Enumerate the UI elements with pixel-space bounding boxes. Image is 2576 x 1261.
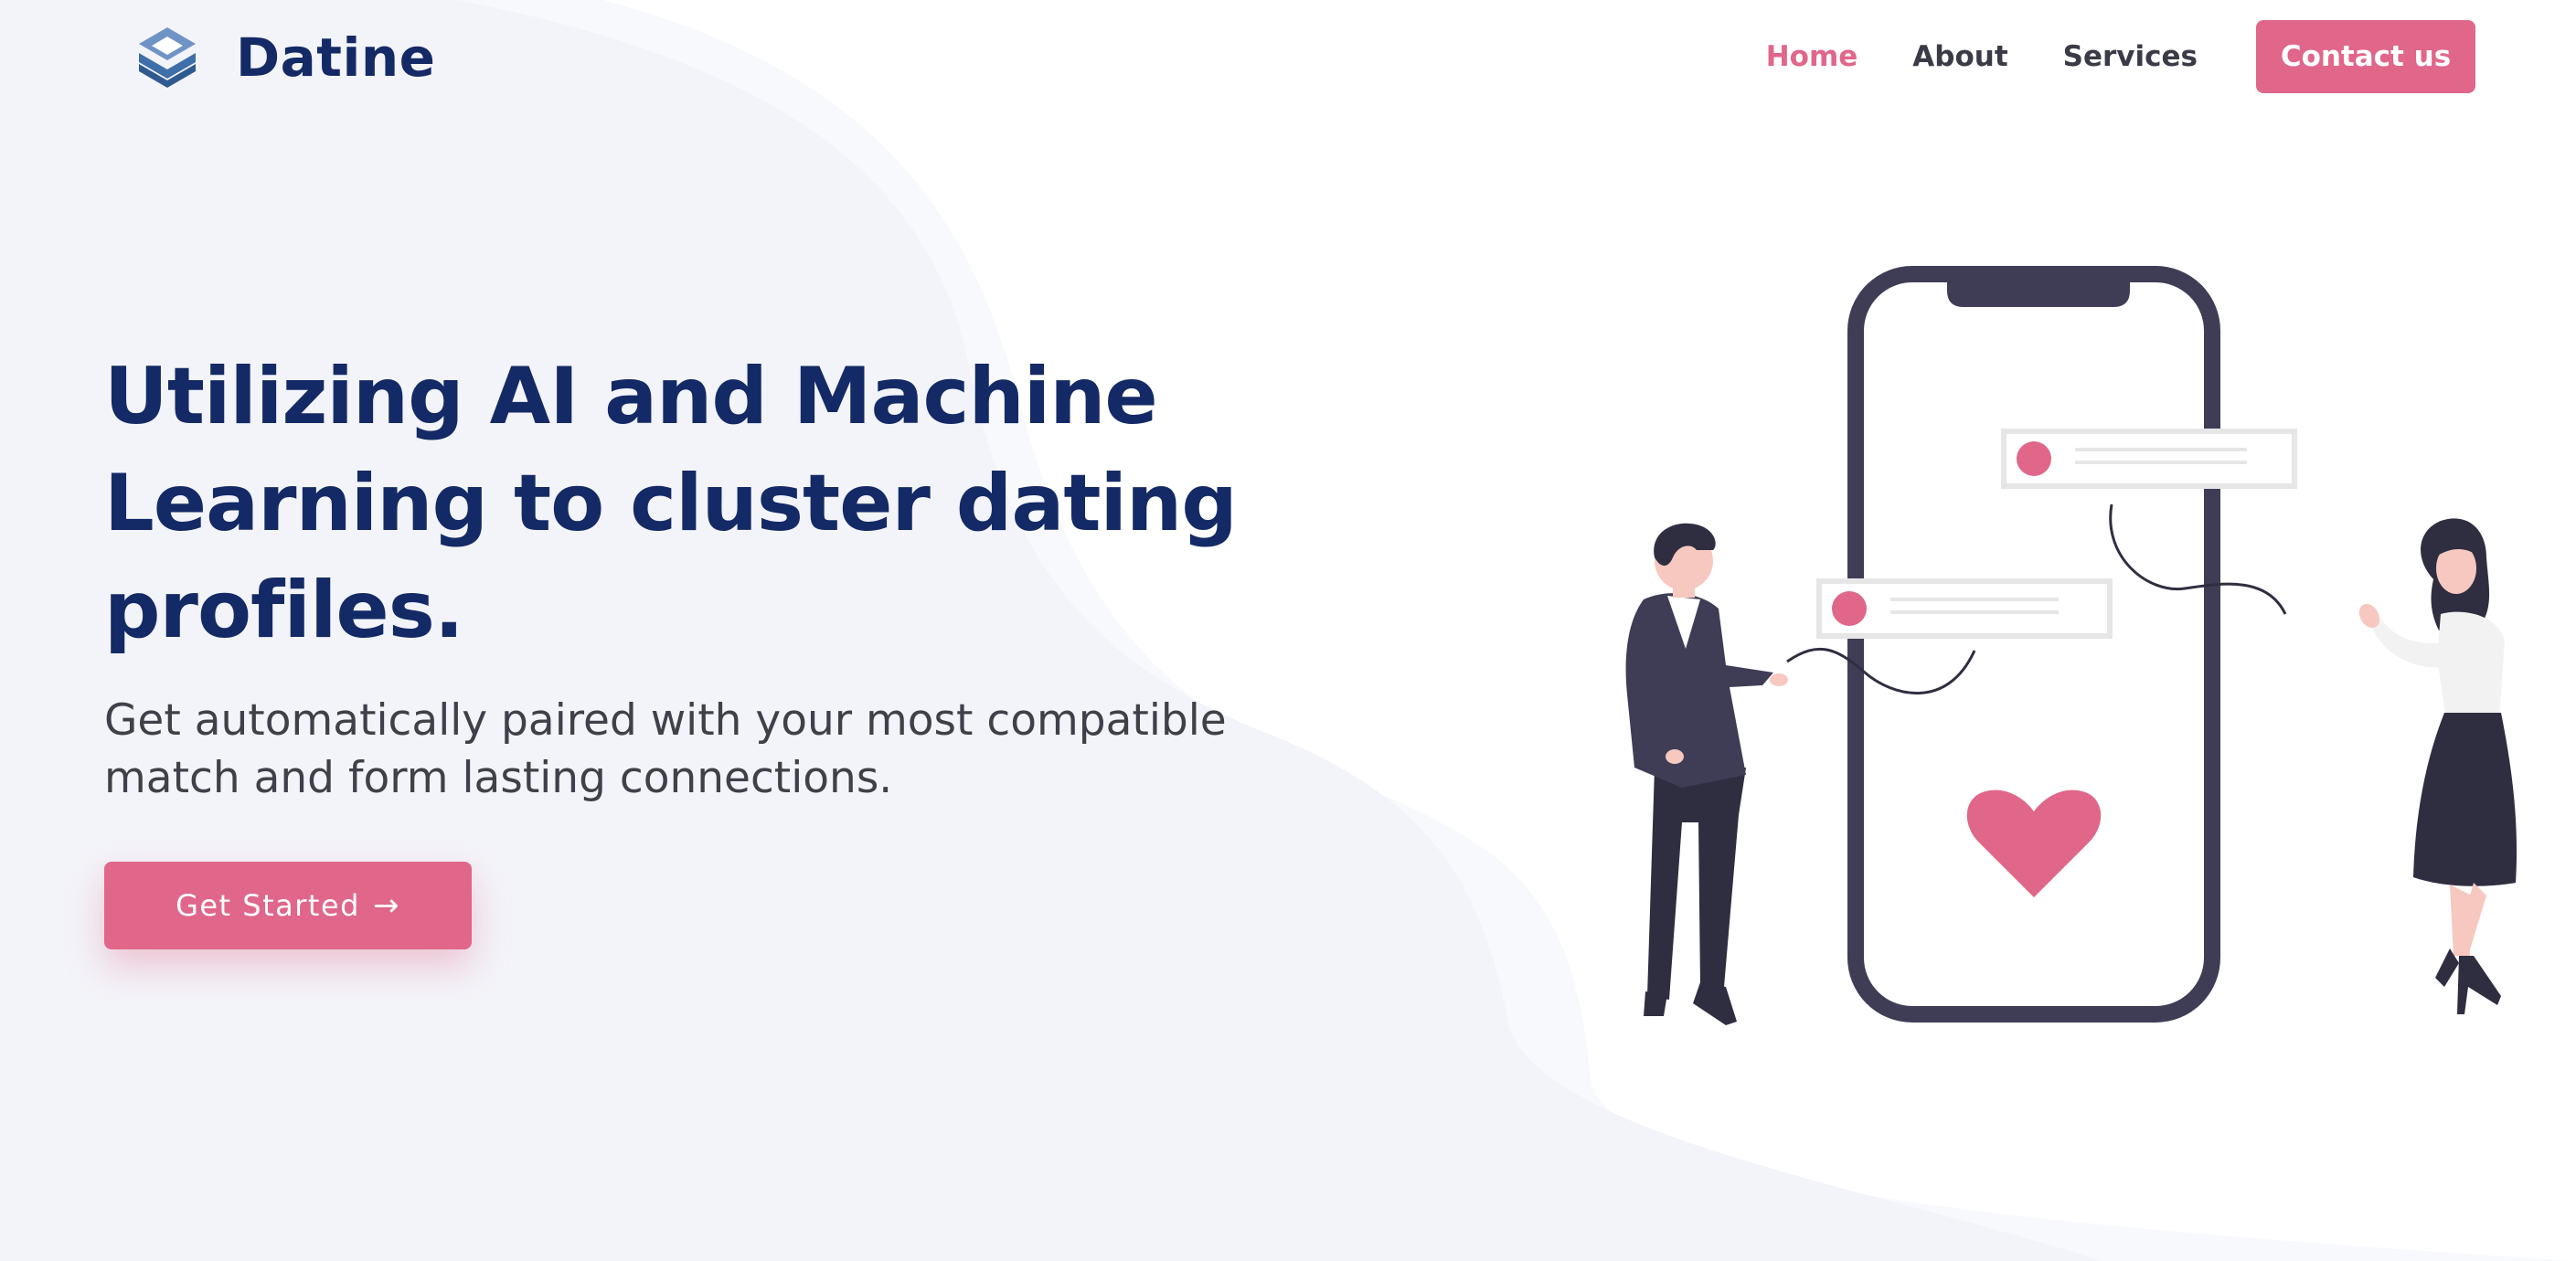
hero-title: Utilizing AI and Machine Learning to clu… (104, 351, 1238, 656)
layered-diamond-logo-icon (139, 27, 196, 88)
brand[interactable]: Datine (133, 24, 436, 91)
nav-link-about[interactable]: About (1912, 40, 2007, 73)
get-started-label: Get Started (176, 888, 360, 923)
landing-page: Datine Home About Services Contact us Ut… (0, 0, 2576, 1261)
get-started-button[interactable]: Get Started → (104, 862, 472, 949)
arrow-right-icon: → (372, 887, 400, 924)
woman-figure-icon (2358, 518, 2517, 1014)
heart-icon (1966, 789, 2102, 897)
contact-us-button[interactable]: Contact us (2256, 20, 2475, 93)
brand-name: Datine (236, 26, 436, 89)
main-nav: Home About Services Contact us (1766, 20, 2475, 93)
chat-bubble-icon (1786, 578, 2113, 694)
hero-section: Utilizing AI and Machine Learning to clu… (104, 344, 1293, 949)
nav-link-services[interactable]: Services (2063, 40, 2198, 73)
hero-subtitle: Get automatically paired with your most … (104, 695, 1227, 803)
top-navbar: Datine Home About Services Contact us (0, 0, 2576, 119)
smartphone-icon (1847, 266, 2220, 1023)
nav-link-home[interactable]: Home (1766, 40, 1858, 73)
man-figure-icon (1625, 523, 1788, 1025)
hero-illustration (1625, 266, 2517, 1025)
